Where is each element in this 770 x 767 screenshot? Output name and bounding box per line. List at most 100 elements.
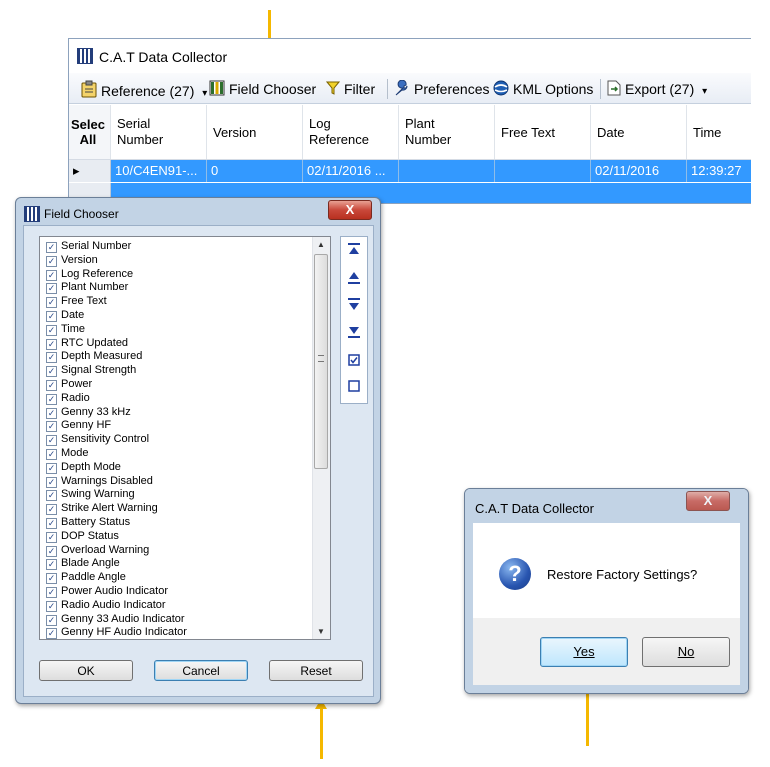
move-bottom-icon[interactable] bbox=[346, 325, 362, 341]
scroll-up-arrow[interactable]: ▲ bbox=[317, 240, 325, 249]
list-item[interactable]: ✓ Depth Mode bbox=[46, 461, 121, 475]
cell-time[interactable]: 12:39:27 bbox=[687, 160, 751, 182]
move-top-icon[interactable] bbox=[346, 242, 362, 258]
column-header-serial[interactable]: Serial Number bbox=[111, 105, 207, 159]
kml-options-button[interactable]: KML Options bbox=[493, 80, 593, 99]
list-item[interactable]: ✓ Signal Strength bbox=[46, 364, 136, 378]
list-item[interactable]: ✓ Free Text bbox=[46, 295, 107, 309]
field-chooser-close-button[interactable]: X bbox=[328, 200, 372, 220]
checkbox[interactable]: ✓ bbox=[46, 324, 57, 336]
checkbox[interactable]: ✓ bbox=[46, 255, 57, 267]
checkbox[interactable]: ✓ bbox=[46, 393, 57, 405]
checkbox[interactable]: ✓ bbox=[46, 269, 57, 281]
no-button[interactable]: No bbox=[642, 637, 730, 667]
list-item[interactable]: ✓ DOP Status bbox=[46, 530, 119, 544]
list-item[interactable]: ✓ RTC Updated bbox=[46, 337, 128, 351]
column-header-free-text[interactable]: Free Text bbox=[495, 105, 591, 159]
checkbox[interactable]: ✓ bbox=[46, 352, 57, 364]
list-item[interactable]: ✓ Radio Audio Indicator bbox=[46, 599, 166, 613]
filter-button[interactable]: Filter bbox=[325, 80, 375, 99]
select-all-header[interactable]: Selec All bbox=[69, 105, 111, 159]
move-up-icon[interactable] bbox=[346, 271, 362, 287]
checkbox[interactable]: ✓ bbox=[46, 504, 57, 516]
checkbox[interactable]: ✓ bbox=[46, 338, 57, 350]
cell-date[interactable]: 02/11/2016 bbox=[591, 160, 687, 182]
column-header-plant[interactable]: Plant Number bbox=[399, 105, 495, 159]
checkbox[interactable]: ✓ bbox=[46, 421, 57, 433]
list-item[interactable]: ✓ Power bbox=[46, 378, 92, 392]
reference-dropdown-arrow[interactable]: ▾ bbox=[202, 88, 207, 99]
list-item[interactable]: ✓ Date bbox=[46, 309, 84, 323]
field-chooser-button[interactable]: Field Chooser bbox=[209, 80, 316, 99]
checkbox[interactable]: ✓ bbox=[46, 628, 57, 639]
list-item[interactable]: ✓ Power Audio Indicator bbox=[46, 585, 168, 599]
list-item[interactable]: ✓ Radio bbox=[46, 392, 90, 406]
field-list-scrollbar[interactable]: ▲ ▼ bbox=[312, 237, 330, 639]
ok-button[interactable]: OK bbox=[39, 660, 133, 681]
checkbox[interactable]: ✓ bbox=[46, 587, 57, 598]
field-list[interactable]: ✓ Serial Number ✓ Version ✓ Log Reference ✓ Pla… bbox=[39, 236, 331, 640]
checkbox[interactable]: ✓ bbox=[46, 614, 57, 626]
checkbox[interactable]: ✓ bbox=[46, 435, 57, 447]
restore-dialog-close-button[interactable]: X bbox=[686, 491, 730, 511]
checkbox[interactable]: ✓ bbox=[46, 380, 57, 391]
yes-button[interactable]: Yes bbox=[540, 637, 628, 667]
checkbox[interactable]: ✓ bbox=[46, 490, 57, 502]
checkbox[interactable]: ✓ bbox=[46, 283, 57, 295]
checkbox[interactable]: ✓ bbox=[46, 518, 57, 529]
list-item[interactable]: ✓ Genny HF bbox=[46, 419, 111, 433]
scroll-down-arrow[interactable]: ▼ bbox=[317, 627, 325, 636]
scroll-thumb[interactable] bbox=[314, 254, 328, 469]
column-header-time[interactable]: Time bbox=[687, 105, 751, 159]
table-row[interactable]: ▸ 10/C4EN91-... 0 02/11/2016 ... 02/11/2… bbox=[69, 160, 751, 182]
list-item[interactable]: ✓ Paddle Angle bbox=[46, 571, 126, 585]
checkbox[interactable]: ✓ bbox=[46, 545, 57, 557]
check-all-icon[interactable] bbox=[346, 353, 362, 369]
list-item[interactable]: ✓ Serial Number bbox=[46, 240, 131, 254]
list-item[interactable]: ✓ Genny HF Audio Indicator bbox=[46, 626, 187, 639]
list-item[interactable]: ✓ Mode bbox=[46, 447, 89, 461]
list-item[interactable]: ✓ Plant Number bbox=[46, 281, 128, 295]
checkbox[interactable]: ✓ bbox=[46, 600, 57, 612]
preferences-button[interactable]: Preferences bbox=[394, 79, 489, 99]
checkbox[interactable]: ✓ bbox=[46, 311, 57, 322]
checkbox[interactable]: ✓ bbox=[46, 407, 57, 419]
cell-free-text[interactable] bbox=[495, 160, 591, 182]
checkbox[interactable]: ✓ bbox=[46, 242, 57, 253]
reset-button[interactable]: Reset bbox=[269, 660, 363, 681]
column-header-date[interactable]: Date bbox=[591, 105, 687, 159]
list-item[interactable]: ✓ Log Reference bbox=[46, 268, 133, 282]
checkbox[interactable]: ✓ bbox=[46, 449, 57, 460]
list-item[interactable]: ✓ Genny 33 kHz bbox=[46, 406, 131, 420]
uncheck-all-icon[interactable] bbox=[346, 379, 362, 395]
list-item[interactable]: ✓ Depth Measured bbox=[46, 350, 142, 364]
list-item[interactable]: ✓ Time bbox=[46, 323, 85, 337]
list-item[interactable]: ✓ Overload Warning bbox=[46, 544, 149, 558]
cell-version[interactable]: 0 bbox=[207, 160, 303, 182]
cell-plant[interactable] bbox=[399, 160, 495, 182]
checkbox[interactable]: ✓ bbox=[46, 366, 57, 378]
column-header-log-reference[interactable]: Log Reference bbox=[303, 105, 399, 159]
checkbox[interactable]: ✓ bbox=[46, 559, 57, 571]
reference-button[interactable]: Reference (27) ▾ bbox=[81, 80, 207, 101]
checkbox[interactable]: ✓ bbox=[46, 297, 57, 309]
list-item[interactable]: ✓ Sensitivity Control bbox=[46, 433, 149, 447]
list-item[interactable]: ✓ Swing Warning bbox=[46, 488, 135, 502]
list-item[interactable]: ✓ Version bbox=[46, 254, 98, 268]
cell-serial[interactable]: 10/C4EN91-... bbox=[111, 160, 207, 182]
list-item[interactable]: ✓ Strike Alert Warning bbox=[46, 502, 158, 516]
cancel-button[interactable]: Cancel bbox=[154, 660, 248, 681]
checkbox[interactable]: ✓ bbox=[46, 531, 57, 543]
list-item[interactable]: ✓ Genny 33 Audio Indicator bbox=[46, 613, 185, 627]
export-dropdown-arrow[interactable]: ▾ bbox=[702, 86, 707, 97]
list-item[interactable]: ✓ Warnings Disabled bbox=[46, 475, 153, 489]
column-header-version[interactable]: Version bbox=[207, 105, 303, 159]
checkbox[interactable]: ✓ bbox=[46, 476, 57, 488]
list-item[interactable]: ✓ Blade Angle bbox=[46, 557, 120, 571]
export-button[interactable]: Export (27) ▾ bbox=[607, 80, 707, 99]
checkbox[interactable]: ✓ bbox=[46, 462, 57, 474]
cell-log-reference[interactable]: 02/11/2016 ... bbox=[303, 160, 399, 182]
list-item[interactable]: ✓ Battery Status bbox=[46, 516, 130, 530]
move-down-icon[interactable] bbox=[346, 297, 362, 313]
checkbox[interactable]: ✓ bbox=[46, 573, 57, 585]
